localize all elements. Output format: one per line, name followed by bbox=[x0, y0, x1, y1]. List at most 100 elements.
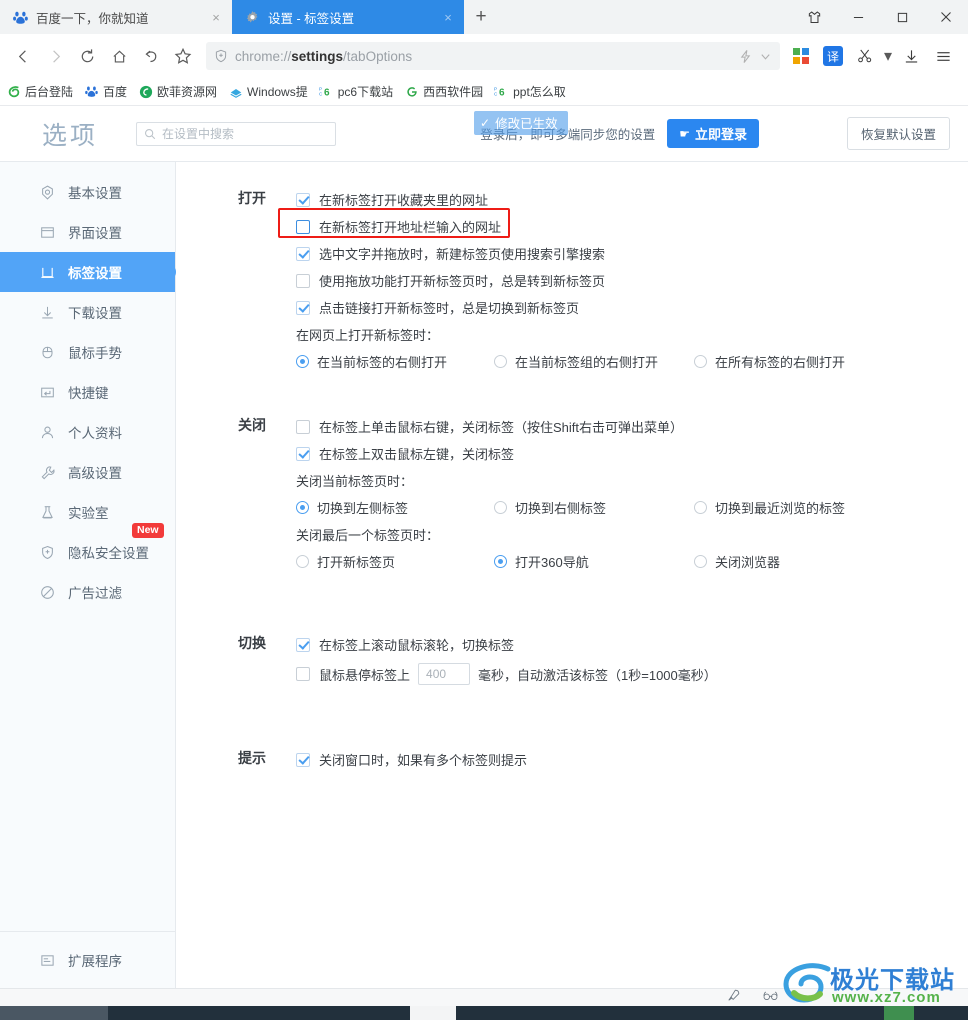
checkbox-row[interactable]: 在标签上滚动鼠标滚轮，切换标签 bbox=[296, 631, 968, 658]
radio-button[interactable] bbox=[296, 554, 309, 568]
taskbar-item[interactable] bbox=[0, 1006, 108, 1020]
radio-option[interactable]: 打开360导航 bbox=[494, 552, 694, 571]
reload-icon[interactable] bbox=[72, 41, 102, 71]
radio-option[interactable]: 打开新标签页 bbox=[296, 552, 494, 571]
sidebar-item-profile[interactable]: 个人资料 bbox=[0, 412, 175, 452]
radio-button[interactable] bbox=[494, 354, 507, 368]
undo-icon[interactable] bbox=[136, 41, 166, 71]
radio-button[interactable] bbox=[494, 500, 507, 514]
sidebar-item-tabs[interactable]: 标签设置 bbox=[0, 252, 175, 292]
chevron-down-icon[interactable] bbox=[759, 50, 772, 63]
lightning-icon[interactable] bbox=[738, 49, 753, 64]
radio-button[interactable] bbox=[296, 500, 309, 514]
hamburger-menu-icon[interactable] bbox=[928, 41, 958, 71]
browser-tab-0[interactable]: 百度一下，你就知道 × bbox=[0, 0, 232, 34]
radio-option[interactable]: 切换到右侧标签 bbox=[494, 498, 694, 517]
sidebar-item-label: 界面设置 bbox=[68, 226, 122, 241]
sidebar-item-interface[interactable]: 界面设置 bbox=[0, 212, 175, 252]
skin-shirt-icon[interactable] bbox=[792, 0, 836, 34]
bookmark-star-icon[interactable] bbox=[168, 41, 198, 71]
glasses-icon[interactable] bbox=[763, 989, 778, 1007]
bookmark-item[interactable]: 欧菲资源网 bbox=[138, 83, 217, 100]
radio-option[interactable]: 切换到左侧标签 bbox=[296, 498, 494, 517]
metro-grid-icon[interactable] bbox=[786, 41, 816, 71]
radio-group-label: 在网页上打开新标签时： bbox=[296, 327, 440, 343]
browser-tab-1[interactable]: 设置 - 标签设置 × bbox=[232, 0, 464, 34]
radio-option[interactable]: 切换到最近浏览的标签 bbox=[694, 498, 845, 517]
sidebar-item-label: 扩展程序 bbox=[68, 954, 122, 969]
checkbox-row[interactable]: 在新标签打开地址栏输入的网址 bbox=[296, 213, 968, 240]
new-tab-button[interactable]: + bbox=[464, 0, 498, 34]
taskbar-item[interactable] bbox=[410, 1006, 456, 1020]
radio-button[interactable] bbox=[494, 554, 507, 568]
checkbox[interactable] bbox=[296, 300, 310, 315]
checkbox[interactable] bbox=[296, 273, 310, 288]
checkbox[interactable] bbox=[296, 192, 310, 207]
tab-close-icon[interactable]: × bbox=[208, 10, 224, 25]
translate-icon[interactable]: 译 bbox=[818, 41, 848, 71]
status-badge-new: New bbox=[132, 523, 164, 538]
svg-text:6: 6 bbox=[499, 87, 505, 98]
checkbox-row[interactable]: 点击链接打开新标签时，总是切换到新标签页 bbox=[296, 294, 968, 321]
maximize-button[interactable] bbox=[880, 0, 924, 34]
radio-button[interactable] bbox=[694, 554, 707, 568]
sidebar-item-extensions[interactable]: 扩展程序 bbox=[0, 940, 175, 980]
checkbox[interactable] bbox=[296, 419, 310, 434]
sidebar-item-privacy[interactable]: 隐私安全设置 New bbox=[0, 523, 175, 572]
checkbox[interactable] bbox=[296, 637, 310, 652]
sidebar-item-basic[interactable]: 基本设置 bbox=[0, 172, 175, 212]
checkbox-row[interactable]: 在新标签打开收藏夹里的网址 bbox=[296, 186, 968, 213]
checkbox-row[interactable]: 在标签上双击鼠标左键，关闭标签 bbox=[296, 440, 968, 467]
tab-icon bbox=[38, 265, 56, 280]
radio-option[interactable]: 在所有标签的右侧打开 bbox=[694, 352, 845, 371]
checkbox-row[interactable]: 选中文字并拖放时，新建标签页使用搜索引擎搜索 bbox=[296, 240, 968, 267]
minimize-button[interactable] bbox=[836, 0, 880, 34]
radio-button[interactable] bbox=[694, 354, 707, 368]
baidu-paw-icon bbox=[84, 84, 99, 99]
download-icon[interactable] bbox=[896, 41, 926, 71]
sidebar-item-shortcuts[interactable]: 快捷键 bbox=[0, 372, 175, 412]
bookmark-item[interactable]: 西西软件园 bbox=[404, 83, 483, 100]
radio-option[interactable]: 在当前标签组的右侧打开 bbox=[494, 352, 694, 371]
checkbox-row[interactable]: 使用拖放功能打开新标签页时，总是转到新标签页 bbox=[296, 267, 968, 294]
section-body: 在标签上单击鼠标右键，关闭标签（按住Shift右击可弹出菜单） 在标签上双击鼠标… bbox=[296, 405, 968, 575]
checkbox[interactable] bbox=[296, 667, 310, 681]
back-icon[interactable] bbox=[8, 41, 38, 71]
sidebar-item-adblock[interactable]: 广告过滤 bbox=[0, 572, 175, 612]
checkbox[interactable] bbox=[296, 246, 310, 261]
radio-option[interactable]: 关闭浏览器 bbox=[694, 552, 780, 571]
address-bar[interactable]: chrome://settings/tabOptions bbox=[206, 42, 780, 70]
sidebar-item-advanced[interactable]: 高级设置 bbox=[0, 452, 175, 492]
browser-window: 百度一下，你就知道 × 设置 - 标签设置 × + chrome://setti… bbox=[0, 0, 968, 1020]
home-icon[interactable] bbox=[104, 41, 134, 71]
bookmark-item[interactable]: P C 6 pc6下载站 bbox=[319, 83, 393, 100]
radio-label: 打开360导航 bbox=[515, 554, 589, 570]
login-button[interactable]: ☛ 立即登录 bbox=[667, 119, 759, 148]
radio-option[interactable]: 在当前标签的右侧打开 bbox=[296, 352, 494, 371]
bookmark-item[interactable]: P C 6 ppt怎么取 bbox=[494, 83, 566, 100]
sidebar-item-mouse-gestures[interactable]: 鼠标手势 bbox=[0, 332, 175, 372]
checkbox-row[interactable]: 在标签上单击鼠标右键，关闭标签（按住Shift右击可弹出菜单） bbox=[296, 413, 968, 440]
radio-button[interactable] bbox=[296, 354, 309, 368]
forward-icon[interactable] bbox=[40, 41, 70, 71]
checkbox[interactable] bbox=[296, 219, 310, 234]
checkbox-row[interactable]: 关闭窗口时，如果有多个标签则提示 bbox=[296, 746, 968, 773]
tab-close-icon[interactable]: × bbox=[440, 10, 456, 25]
taskbar-item[interactable] bbox=[884, 1006, 914, 1020]
search-input[interactable]: 在设置中搜索 bbox=[136, 121, 337, 146]
section-title: 打开 bbox=[238, 190, 266, 206]
bookmark-item[interactable]: 后台登陆 bbox=[6, 83, 73, 100]
radio-button[interactable] bbox=[694, 500, 707, 514]
hover-activate-row[interactable]: 鼠标悬停标签上 400 毫秒，自动激活该标签（1秒=1000毫秒） bbox=[296, 658, 968, 690]
reset-defaults-button[interactable]: 恢复默认设置 bbox=[846, 117, 950, 150]
checkbox[interactable] bbox=[296, 752, 310, 767]
rocket-icon[interactable] bbox=[727, 988, 741, 1007]
sidebar-item-download[interactable]: 下载设置 bbox=[0, 292, 175, 332]
bookmark-item[interactable]: 百度 bbox=[84, 83, 127, 100]
checkbox[interactable] bbox=[296, 446, 310, 461]
scissors-caret-icon[interactable]: ▾ bbox=[882, 41, 894, 71]
bookmark-item[interactable]: Windows提 bbox=[228, 83, 308, 100]
close-window-button[interactable] bbox=[924, 0, 968, 34]
scissors-icon[interactable] bbox=[850, 41, 880, 71]
hover-delay-input[interactable]: 400 bbox=[418, 663, 471, 685]
